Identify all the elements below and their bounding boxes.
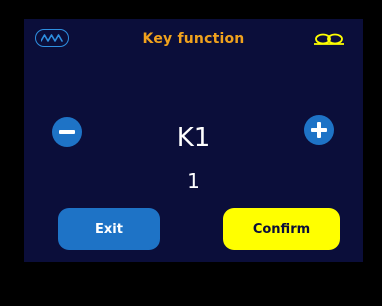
plus-icon[interactable]	[304, 115, 334, 145]
confirm-button[interactable]: Confirm	[223, 208, 340, 250]
key-value: 1	[187, 169, 200, 193]
device-frame: Key function K1 1 Exit Confirm	[0, 0, 382, 306]
exit-button[interactable]: Exit	[58, 208, 160, 250]
screen: Key function K1 1 Exit Confirm	[24, 19, 363, 262]
header: Key function	[24, 19, 363, 61]
glasses-icon[interactable]	[313, 31, 345, 45]
